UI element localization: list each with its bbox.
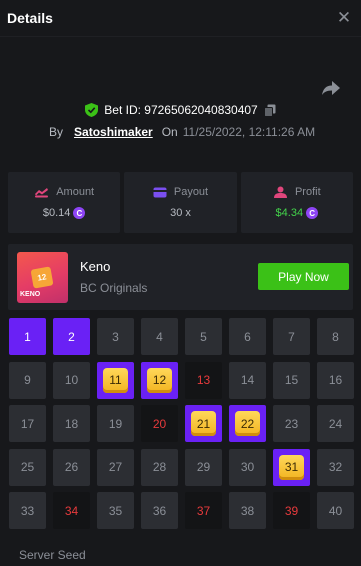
gem-tile-icon: 21: [191, 411, 216, 436]
amount-icon: [35, 187, 49, 197]
gem-tile-icon: 11: [103, 367, 128, 393]
keno-cell: 33: [9, 492, 46, 529]
keno-cell: 28: [141, 448, 178, 486]
payout-icon: [153, 187, 167, 197]
keno-cell: 38: [229, 492, 266, 529]
keno-cell: 29: [185, 448, 222, 486]
keno-tile-graphic: 12: [30, 266, 54, 289]
keno-cell: 10: [53, 361, 90, 399]
keno-cell: 30: [229, 448, 266, 486]
play-now-button[interactable]: Play Now: [258, 263, 349, 290]
keno-cell: 15: [273, 361, 310, 399]
gem-tile-icon: 31: [279, 454, 304, 480]
payout-label: Payout: [173, 186, 209, 198]
keno-cell: 1: [9, 318, 46, 355]
username-link[interactable]: Satoshimaker: [74, 125, 153, 139]
keno-cell: 17: [9, 405, 46, 442]
bet-id: Bet ID: 97265062040830407: [104, 103, 258, 117]
keno-cell: 2: [53, 318, 90, 355]
keno-cell: 19: [97, 405, 134, 442]
profit-label: Profit: [294, 186, 321, 198]
game-name: Keno: [80, 259, 111, 274]
keno-cell: 25: [9, 448, 46, 486]
keno-cell: 23: [273, 405, 310, 442]
verified-shield-icon: [85, 103, 99, 117]
keno-cell: 4: [141, 318, 178, 355]
profit-stat: Profit $4.34 C: [240, 172, 353, 233]
keno-cell: 16: [317, 361, 354, 399]
keno-cell: 8: [317, 318, 354, 355]
keno-thumbnail: 12 KENO: [17, 252, 68, 303]
keno-cell: 31: [273, 448, 310, 486]
coin-icon: C: [306, 207, 319, 219]
close-icon[interactable]: ✕: [335, 9, 353, 27]
keno-cell: 34: [53, 492, 90, 529]
by-label: By: [49, 125, 64, 139]
keno-cell: 37: [185, 492, 222, 529]
profit-icon: [273, 186, 287, 198]
keno-cell: 20: [141, 405, 178, 442]
keno-cell: 22: [229, 405, 266, 442]
game-provider: BC Originals: [80, 281, 148, 295]
bet-id-row: Bet ID: 97265062040830407: [0, 103, 361, 117]
keno-cell: 35: [97, 492, 134, 529]
details-header: Details: [0, 0, 361, 37]
copy-icon[interactable]: [263, 104, 276, 117]
keno-cell: 11: [97, 361, 134, 399]
amount-stat: Amount $0.14 C: [8, 172, 121, 233]
amount-label: Amount: [56, 186, 95, 198]
payout-value: 30 x: [170, 207, 191, 219]
bet-stats: Amount $0.14 C Payout 30 x Profit $4.34 …: [8, 172, 353, 233]
keno-cell: 39: [273, 492, 310, 529]
keno-board: 1 2 3 4 5 6 7 8 9 10 11 12 13 14 15 16 17 18 19 20 21 22 23 24 2…: [9, 318, 354, 529]
keno-cell: 12: [141, 361, 178, 399]
gem-tile-icon: 22: [235, 411, 260, 436]
keno-cell: 13: [185, 361, 222, 399]
keno-cell: 6: [229, 318, 266, 355]
bet-date: 11/25/2022, 12:11:26 AM: [182, 125, 316, 139]
gem-tile-icon: 12: [147, 367, 172, 393]
coin-icon: C: [73, 207, 86, 219]
keno-cell: 36: [141, 492, 178, 529]
keno-cell: 24: [317, 405, 354, 442]
details-title: Details: [7, 10, 53, 26]
keno-cell: 32: [317, 448, 354, 486]
keno-thumb-label: KENO: [20, 291, 41, 298]
keno-cell: 7: [273, 318, 310, 355]
server-seed-label: Server Seed: [19, 548, 86, 562]
amount-value: $0.14: [42, 207, 71, 219]
keno-cell: 3: [97, 318, 134, 355]
profit-value: $4.34: [275, 207, 304, 219]
keno-cell: 40: [317, 492, 354, 529]
keno-cell: 26: [53, 448, 90, 486]
keno-cell: 9: [9, 361, 46, 399]
keno-cell: 21: [185, 405, 222, 442]
keno-cell: 5: [185, 318, 222, 355]
bet-meta-row: By Satoshimaker On 11/25/2022, 12:11:26 …: [49, 125, 315, 139]
share-icon[interactable]: [321, 80, 341, 96]
on-label: On: [161, 125, 178, 139]
keno-cell: 27: [97, 448, 134, 486]
payout-stat: Payout 30 x: [124, 172, 237, 233]
keno-cell: 14: [229, 361, 266, 399]
game-card: 12 KENO Keno BC Originals Play Now: [8, 244, 353, 310]
keno-cell: 18: [53, 405, 90, 442]
